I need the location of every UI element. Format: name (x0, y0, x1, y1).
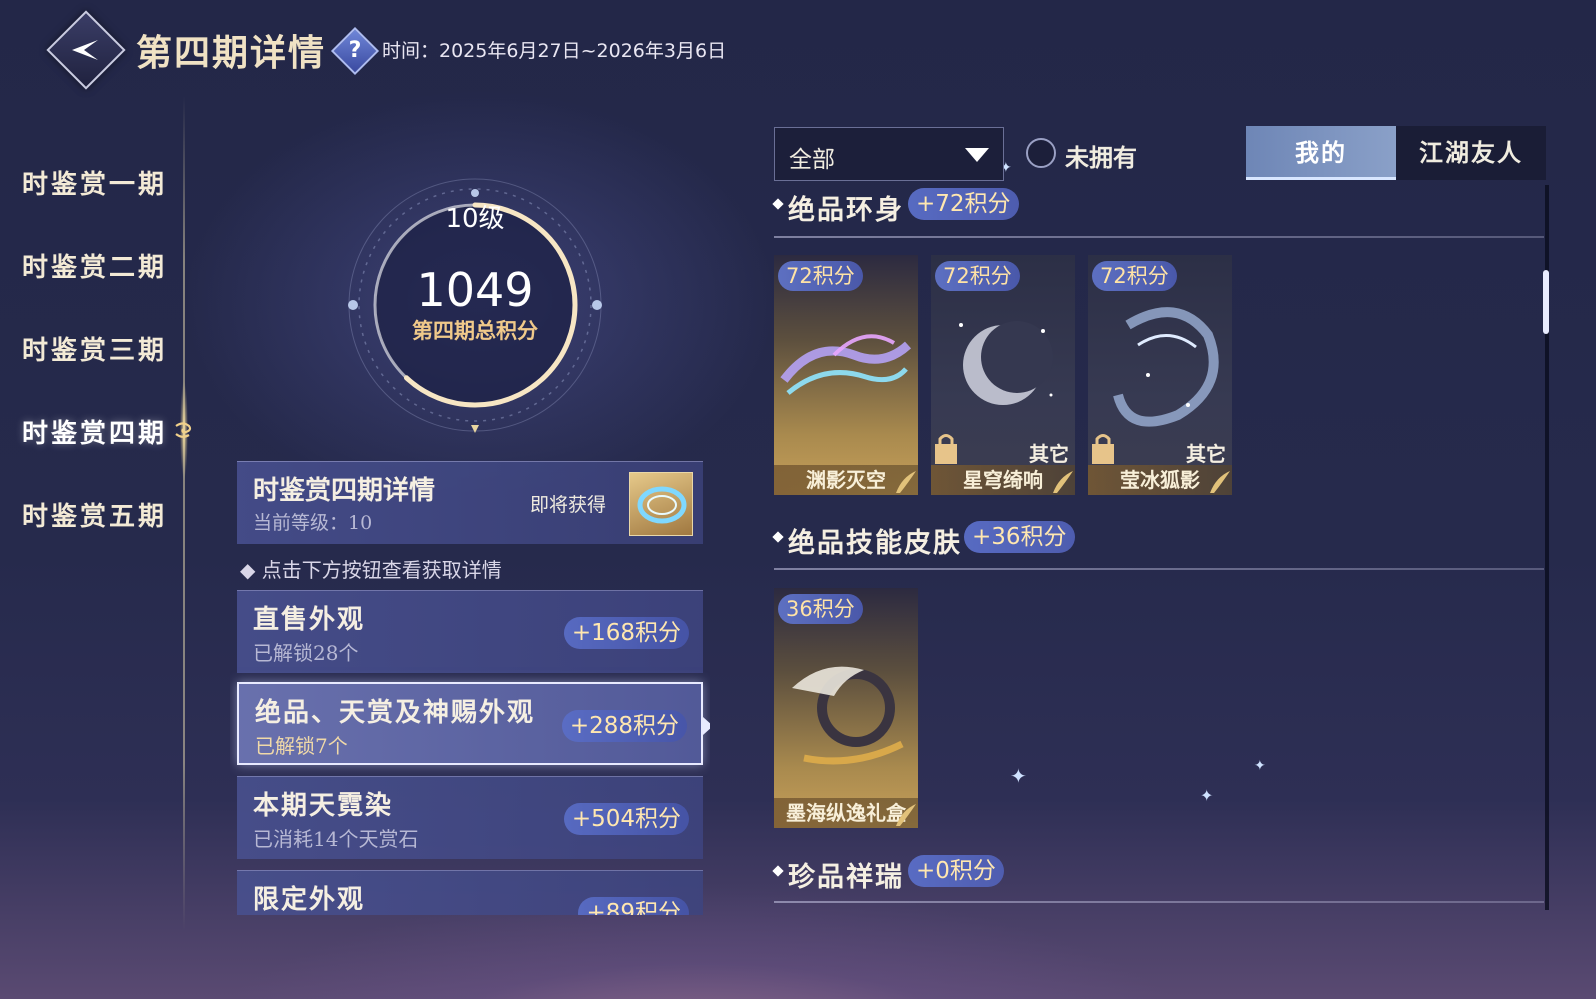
category-title: 绝品、天赏及神赐外观 (255, 698, 536, 728)
nav-item-season-3[interactable]: 时鉴赏三期 (22, 330, 167, 367)
category-points: +288积分 (561, 710, 687, 742)
item-card[interactable]: 36积分 墨海纵逸礼盒 (774, 588, 918, 828)
nav-item-season-1[interactable]: 时鉴赏一期 (22, 164, 167, 201)
not-owned-radio[interactable] (1026, 138, 1056, 168)
diamond-icon (772, 865, 784, 877)
section-title: 绝品技能皮肤 (788, 528, 962, 559)
page-title: 第四期详情 (136, 32, 327, 74)
hint-label: 点击下方按钮查看获取详情 (261, 558, 502, 582)
active-swirl-icon (175, 422, 192, 438)
season-detail-card[interactable]: 时鉴赏四期详情 当前等级：10 即将获得 (237, 461, 703, 544)
category-title: 本期天霓染 (253, 791, 394, 821)
level-text: 10级 (445, 204, 505, 234)
tab-mine[interactable]: 我的 (1246, 126, 1396, 180)
reward-ring-icon (637, 486, 687, 524)
category-premium-appearance[interactable]: 绝品、天赏及神赐外观 已解锁7个 +288积分 (237, 682, 710, 765)
section-points: +72积分 (908, 188, 1019, 220)
diamond-icon (772, 198, 784, 210)
item-points-badge: 72积分 (1092, 261, 1177, 291)
upcoming-reward-label: 即将获得 (530, 494, 607, 516)
category-season-dye[interactable]: 本期天霓染 已消耗14个天赏石 +504积分 (237, 776, 703, 859)
section-divider (774, 568, 1544, 570)
score-ring: 10级 1049 第四期总积分 (345, 175, 605, 435)
dragon-art-image (792, 666, 904, 765)
nav-item-season-5[interactable]: 时鉴赏五期 (22, 496, 167, 533)
item-points-badge: 36积分 (778, 594, 863, 624)
category-limited-appearance[interactable]: 限定外观 +89积分 (237, 870, 703, 915)
filter-dropdown[interactable]: 全部 (774, 127, 1004, 181)
category-points: +504积分 (563, 803, 689, 835)
selected-arrow-icon (703, 717, 710, 735)
category-points: +89积分 (578, 897, 689, 915)
back-arrow-icon (72, 40, 98, 60)
section-points: +0积分 (908, 855, 1004, 887)
item-card[interactable]: 72积分 渊影灭空 (774, 255, 918, 495)
category-subtitle: 已消耗14个天赏石 (253, 827, 419, 851)
item-tag: 其它 (1186, 442, 1226, 466)
category-direct-sale[interactable]: 直售外观 已解锁28个 +168积分 (237, 590, 703, 673)
sparkle-icon: ✦ (1010, 764, 1027, 788)
lock-icon (1092, 434, 1114, 464)
item-points-badge: 72积分 (935, 261, 1020, 291)
nav-item-season-2[interactable]: 时鉴赏二期 (22, 247, 167, 284)
item-points-badge: 72积分 (778, 261, 863, 291)
lock-icon (935, 434, 957, 464)
category-list[interactable]: 直售外观 已解锁28个 +168积分 绝品、天赏及神赐外观 已解锁7个 +288… (230, 590, 710, 915)
not-owned-label[interactable]: 未拥有 (1065, 138, 1137, 173)
category-points: +168积分 (563, 617, 689, 649)
event-time: 时间：2025年6月27日~2026年3月6日 (382, 40, 727, 62)
section-divider (774, 901, 1544, 903)
scrollbar-thumb[interactable] (1543, 270, 1549, 334)
item-tag: 其它 (1029, 442, 1069, 466)
total-score: 1049 (416, 263, 534, 317)
diamond-icon (772, 531, 784, 543)
section-divider (774, 236, 1544, 238)
category-subtitle: 已解锁7个 (255, 734, 348, 758)
detail-title: 时鉴赏四期详情 (253, 476, 436, 506)
section-title: 绝品环身 (788, 195, 904, 226)
sparkle-icon: ✦ (1254, 758, 1266, 774)
category-title: 直售外观 (253, 605, 366, 635)
nav-item-season-4[interactable]: 时鉴赏四期 (22, 413, 167, 450)
item-card[interactable]: 72积分 其它 星穹绮响 (931, 255, 1075, 495)
item-card[interactable]: 72积分 其它 莹冰狐影 (1088, 255, 1232, 495)
category-subtitle: 已解锁28个 (253, 641, 359, 665)
hint-text: ◆ 点击下方按钮查看获取详情 (240, 558, 502, 582)
total-score-label: 第四期总积分 (412, 318, 538, 343)
chevron-down-icon (965, 148, 989, 162)
filter-value: 全部 (789, 147, 835, 173)
sparkle-icon: ✦ (1200, 786, 1214, 805)
feather-corner-icon (896, 804, 916, 826)
feather-corner-icon (896, 471, 916, 493)
section-points: +36积分 (964, 521, 1075, 553)
aura-art-image (780, 334, 912, 395)
section-title: 珍品祥瑞 (788, 862, 904, 893)
nav-divider (183, 95, 185, 930)
question-icon[interactable]: ? (330, 26, 380, 76)
category-title: 限定外观 (253, 885, 366, 915)
upcoming-reward-thumbnail[interactable] (629, 472, 693, 536)
back-button[interactable] (46, 10, 126, 90)
tab-friends[interactable]: 江湖友人 (1396, 126, 1546, 180)
feather-corner-icon (1053, 471, 1073, 493)
current-level: 当前等级：10 (253, 512, 373, 534)
feather-corner-icon (1210, 471, 1230, 493)
